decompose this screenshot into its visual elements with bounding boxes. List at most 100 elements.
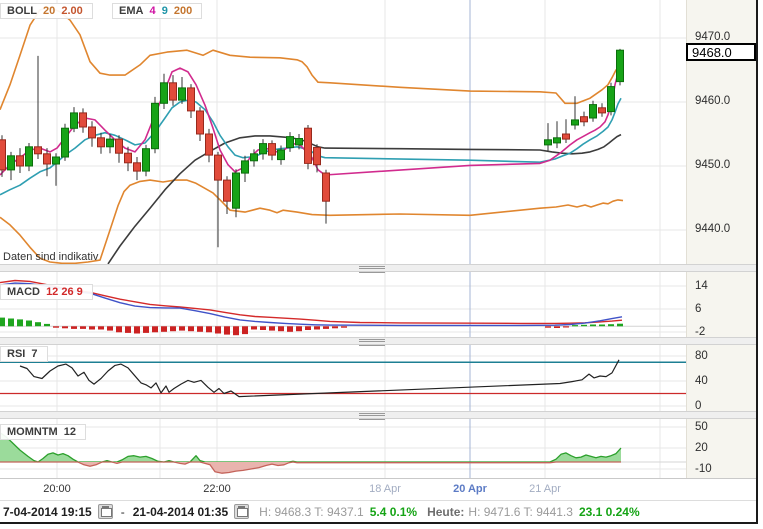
panel-divider[interactable]	[0, 337, 758, 346]
ema200-line	[107, 133, 622, 265]
momntm-period: 12	[63, 426, 77, 438]
legend-macd[interactable]: MACD 12 26 9	[0, 284, 93, 300]
up-candle	[589, 104, 597, 119]
up-candle	[232, 172, 240, 209]
legend-rsi[interactable]: RSI 7	[0, 346, 48, 362]
down-candle	[580, 116, 588, 123]
down-candle	[268, 143, 276, 156]
down-candle	[313, 146, 321, 166]
window-edge-line	[756, 0, 758, 523]
macd-histogram-bar	[608, 324, 614, 327]
boll-deviation: 2.00	[61, 5, 83, 17]
macd-histogram-bar	[0, 317, 5, 327]
down-candle	[205, 133, 213, 156]
macd-histogram-bar	[26, 320, 32, 327]
resize-handle-icon[interactable]	[359, 339, 385, 346]
boll-label: BOLL	[7, 5, 37, 17]
macd-histogram-bar	[233, 326, 239, 336]
date-label: 18 Apr	[369, 483, 401, 495]
down-candle	[79, 112, 87, 128]
macd-histogram-bar	[197, 326, 203, 332]
legend-momntm[interactable]: MOMNTM 12	[0, 424, 87, 440]
down-candle	[187, 87, 195, 112]
date-separator: -	[120, 504, 125, 519]
time-label: 22:00	[203, 483, 231, 495]
up-candle	[259, 143, 267, 155]
down-candle	[598, 107, 606, 114]
momntm-label: MOMNTM	[7, 426, 58, 438]
macd-histogram-bar	[314, 326, 320, 330]
up-candle	[142, 148, 150, 172]
down-candle	[214, 154, 222, 181]
today-label: Heute:	[427, 504, 465, 519]
down-candle	[322, 172, 330, 202]
ema-p2: 9	[161, 5, 168, 17]
price-tick: 9470.0	[695, 31, 731, 43]
up-candle	[553, 137, 561, 144]
down-candle	[196, 110, 204, 135]
to-date: 21-04-2014 01:35	[132, 504, 229, 519]
calendar-icon[interactable]	[234, 504, 250, 519]
macd-line	[0, 279, 623, 325]
legend-boll[interactable]: BOLL 20 2.00	[0, 3, 93, 19]
macd-histogram-bar	[62, 326, 68, 329]
momentum-negative-area	[0, 462, 621, 474]
macd-histogram-bar	[269, 326, 275, 331]
macd-histogram-bar	[116, 326, 122, 333]
macd-histogram-bar	[107, 326, 113, 331]
down-candle	[133, 162, 141, 172]
down-candle	[304, 127, 312, 164]
resize-handle-icon[interactable]	[359, 413, 385, 420]
macd-histogram-bar	[89, 326, 95, 330]
panel-divider[interactable]	[0, 264, 758, 273]
time-axis[interactable]: 20:00 22:00 18 Apr 20 Apr 21 Apr	[0, 478, 758, 501]
down-candle	[124, 152, 132, 164]
status-bar: 7-04-2014 19:15 - 21-04-2014 01:35 H: 94…	[0, 500, 758, 522]
down-candle	[88, 126, 96, 139]
today-change: 23.1 0.24%	[578, 504, 640, 519]
time-label: 20:00	[43, 483, 71, 495]
macd-histogram-bar	[260, 326, 266, 330]
macd-histogram-bar	[98, 326, 104, 330]
macd-histogram-bar	[287, 326, 293, 332]
boll-period: 20	[43, 5, 56, 17]
up-candle	[52, 156, 60, 165]
down-candle	[34, 146, 42, 155]
macd-histogram-bar	[572, 325, 578, 327]
down-candle	[115, 138, 123, 154]
price-axis[interactable]: 9470.0 9460.0 9450.0 9440.0 14 6 -2 80 4…	[686, 0, 758, 478]
macd-histogram-bar	[179, 326, 185, 331]
macd-histogram-bar	[125, 326, 131, 333]
macd-histogram-bar	[134, 326, 140, 334]
momentum-positive-line	[0, 432, 622, 463]
resize-handle-icon[interactable]	[359, 266, 385, 273]
up-candle	[250, 153, 258, 162]
up-candle	[277, 149, 285, 161]
up-candle	[151, 102, 159, 150]
panel-divider[interactable]	[0, 411, 758, 420]
momentum-positive-area	[0, 432, 621, 462]
macd-histogram-bar	[242, 326, 248, 335]
up-candle	[241, 160, 249, 174]
macd-signal-line	[0, 282, 623, 327]
price-tick: 9440.0	[695, 223, 731, 235]
macd-histogram-bar	[71, 326, 77, 329]
macd-histogram-bar	[8, 318, 14, 327]
date-label: 21 Apr	[529, 483, 561, 495]
chart-canvas[interactable]	[0, 0, 763, 500]
ema-p3: 200	[173, 5, 193, 17]
macd-histogram-bar	[17, 319, 23, 327]
chart-window: BOLL 20 2.00 EMA 4 9 200 MACD 12 26 9 RS…	[0, 0, 763, 529]
macd-histogram-bar	[341, 326, 347, 328]
up-candle	[7, 155, 15, 171]
up-candle	[70, 112, 78, 129]
down-candle	[16, 155, 24, 167]
macd-histogram-bar	[80, 326, 86, 329]
macd-histogram-bar	[554, 326, 560, 328]
date-label-current: 20 Apr	[453, 483, 487, 495]
legend-ema[interactable]: EMA 4 9 200	[112, 3, 203, 19]
calendar-icon[interactable]	[97, 504, 113, 519]
down-candle	[562, 133, 570, 140]
down-candle	[97, 137, 105, 148]
boll-upper-line	[0, 7, 624, 110]
